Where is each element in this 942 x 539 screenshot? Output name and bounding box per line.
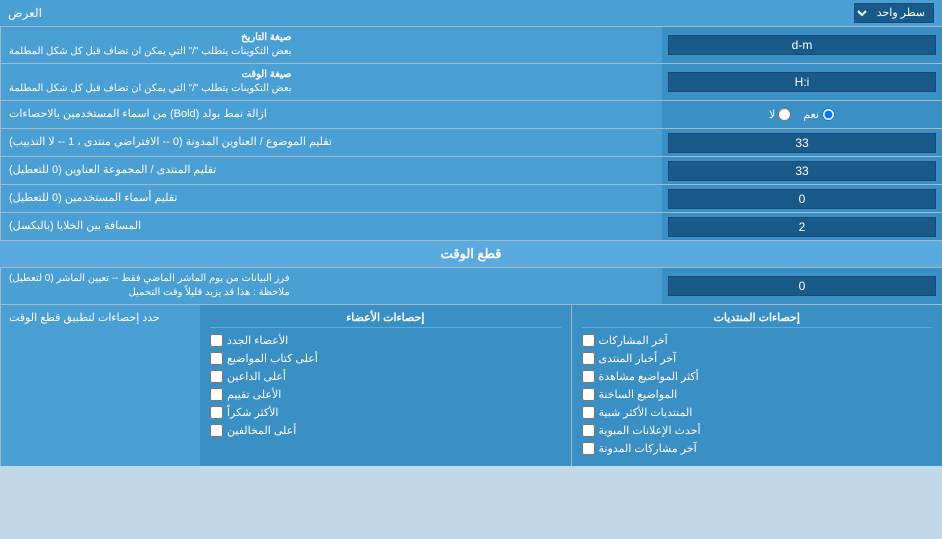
member-checkbox-4[interactable] <box>210 388 223 401</box>
time-cut-header: قطع الوقت <box>0 241 942 268</box>
member-stats-col: إحصاءات الأعضاء الأعضاء الجدد أعلى كتاب … <box>200 305 572 466</box>
date-format-title: صيغة التاريخ <box>9 31 292 45</box>
forum-stats-header: إحصاءات المنتديات <box>582 311 933 328</box>
member-checkbox-2[interactable] <box>210 352 223 365</box>
bold-yes-label[interactable]: نعم <box>803 108 835 121</box>
stat-item-1: آخر المشاركات <box>582 334 933 347</box>
bold-no-label[interactable]: لا <box>769 108 791 121</box>
stat-item-6: أحدث الإعلانات المبوية <box>582 424 933 437</box>
usernames-row: تقليم أسماء المستخدمين (0 للتعطيل) <box>0 185 942 213</box>
member-stat-1: الأعضاء الجدد <box>210 334 561 347</box>
date-format-sublabel: بعض التكوينات يتطلب "/" التي يمكن ان تضا… <box>9 45 292 59</box>
stats-section-label: حدد إحصاءات لتطبيق قطع الوقت <box>0 305 200 466</box>
checkboxes-container: إحصاءات المنتديات آخر المشاركات آخر أخبا… <box>200 305 942 466</box>
time-format-label: صيغة الوقت بعض التكوينات يتطلب "/" التي … <box>0 64 662 100</box>
spacing-input[interactable] <box>668 217 936 237</box>
date-format-input[interactable] <box>668 35 936 55</box>
stat-item-4: المواضيع الساخنة <box>582 388 933 401</box>
forum-group-input-cell <box>662 157 942 184</box>
stat-checkbox-5[interactable] <box>582 406 595 419</box>
forum-group-row: تقليم المنتدى / المجموعة العناوين (0 للت… <box>0 157 942 185</box>
stat-item-2: آخر أخبار المنتدى <box>582 352 933 365</box>
member-stat-6: أعلى المخالفين <box>210 424 561 437</box>
time-cut-sublabel: ملاحظة : هذا قد يزيد قليلاً وقت التحميل <box>9 286 290 300</box>
stat-item-3: أكثر المواضيع مشاهدة <box>582 370 933 383</box>
stat-checkbox-4[interactable] <box>582 388 595 401</box>
time-format-row: صيغة الوقت بعض التكوينات يتطلب "/" التي … <box>0 64 942 101</box>
member-stat-4: الأعلى تقييم <box>210 388 561 401</box>
time-format-sublabel: بعض التكوينات يتطلب "/" التي يمكن ان تضا… <box>9 82 292 96</box>
time-cut-input[interactable] <box>668 276 936 296</box>
display-dropdown[interactable]: سطر واحد سطرين ثلاثة أسطر <box>854 3 934 23</box>
date-format-input-cell <box>662 27 942 63</box>
bold-no-radio[interactable] <box>778 108 791 121</box>
stat-checkbox-6[interactable] <box>582 424 595 437</box>
topic-titles-input[interactable] <box>668 133 936 153</box>
main-container: سطر واحد سطرين ثلاثة أسطر العرض صيغة الت… <box>0 0 942 466</box>
spacing-row: المسافة بين الخلايا (بالبكسل) <box>0 213 942 241</box>
member-checkbox-1[interactable] <box>210 334 223 347</box>
usernames-label: تقليم أسماء المستخدمين (0 للتعطيل) <box>0 185 662 212</box>
member-stat-2: أعلى كتاب المواضيع <box>210 352 561 365</box>
spacing-input-cell <box>662 213 942 240</box>
stat-checkbox-2[interactable] <box>582 352 595 365</box>
forum-group-label: تقليم المنتدى / المجموعة العناوين (0 للت… <box>0 157 662 184</box>
page-header: سطر واحد سطرين ثلاثة أسطر العرض <box>0 0 942 27</box>
bold-remove-radio-cell: نعم لا <box>662 101 942 128</box>
topic-titles-label: تقليم الموضوع / العناوين المدونة (0 -- ا… <box>0 129 662 156</box>
stat-checkbox-1[interactable] <box>582 334 595 347</box>
stats-section: إحصاءات المنتديات آخر المشاركات آخر أخبا… <box>0 305 942 466</box>
display-label: العرض <box>8 6 42 20</box>
stat-checkbox-7[interactable] <box>582 442 595 455</box>
bold-remove-row: نعم لا ازالة نمط بولد (Bold) من اسماء ال… <box>0 101 942 129</box>
date-format-label: صيغة التاريخ بعض التكوينات يتطلب "/" الت… <box>0 27 662 63</box>
time-format-input-cell <box>662 64 942 100</box>
time-cut-row: فرز البيانات من يوم الماشر الماضي فقط --… <box>0 268 942 305</box>
stat-item-5: المنتديات الأكثر شبية <box>582 406 933 419</box>
topic-titles-input-cell <box>662 129 942 156</box>
forum-group-input[interactable] <box>668 161 936 181</box>
date-format-row: صيغة التاريخ بعض التكوينات يتطلب "/" الت… <box>0 27 942 64</box>
time-cut-input-cell <box>662 268 942 304</box>
time-cut-main-label: فرز البيانات من يوم الماشر الماضي فقط --… <box>9 272 290 286</box>
member-stats-header: إحصاءات الأعضاء <box>210 311 561 328</box>
usernames-input-cell <box>662 185 942 212</box>
usernames-input[interactable] <box>668 189 936 209</box>
member-checkbox-5[interactable] <box>210 406 223 419</box>
topic-titles-row: تقليم الموضوع / العناوين المدونة (0 -- ا… <box>0 129 942 157</box>
time-format-title: صيغة الوقت <box>9 68 292 82</box>
forum-stats-col: إحصاءات المنتديات آخر المشاركات آخر أخبا… <box>572 305 942 466</box>
time-format-input[interactable] <box>668 72 936 92</box>
member-stat-3: أعلى الداعين <box>210 370 561 383</box>
bold-yes-radio[interactable] <box>822 108 835 121</box>
member-stat-5: الأكثر شكراً <box>210 406 561 419</box>
stat-item-7: آخر مشاركات المدونة <box>582 442 933 455</box>
member-checkbox-6[interactable] <box>210 424 223 437</box>
spacing-label: المسافة بين الخلايا (بالبكسل) <box>0 213 662 240</box>
stat-checkbox-3[interactable] <box>582 370 595 383</box>
time-cut-label: فرز البيانات من يوم الماشر الماضي فقط --… <box>0 268 662 304</box>
member-checkbox-3[interactable] <box>210 370 223 383</box>
bold-remove-label: ازالة نمط بولد (Bold) من اسماء المستخدمي… <box>0 101 662 128</box>
